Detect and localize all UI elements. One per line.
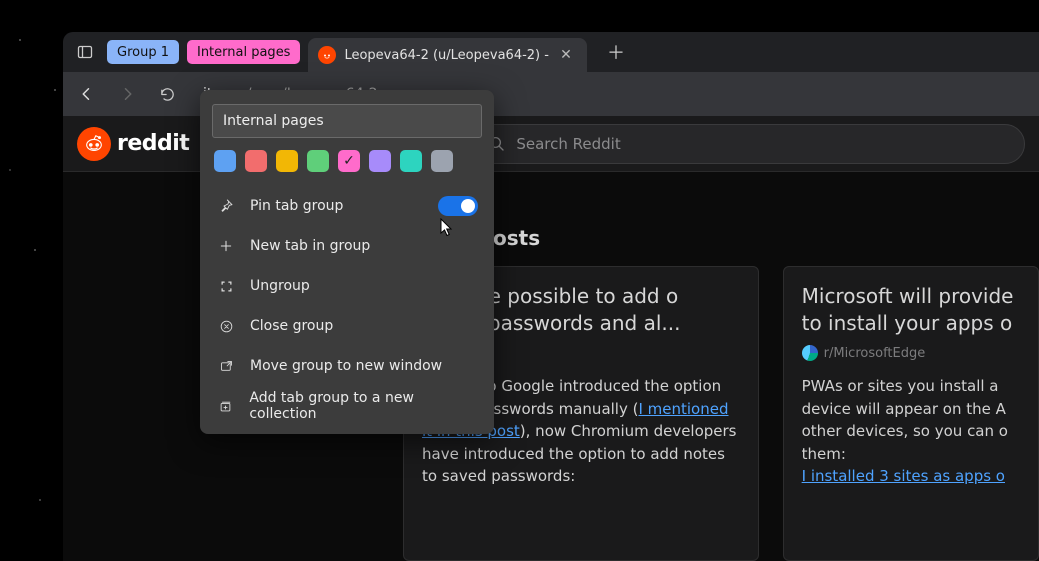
menu-label: Add tab group to a new collection [249, 390, 478, 422]
new-tab-button[interactable]: ＋ [601, 37, 631, 67]
swatch-teal[interactable] [400, 150, 422, 172]
reddit-favicon-icon [318, 46, 336, 64]
swatch-red[interactable] [245, 150, 267, 172]
title-bar: Group 1 Internal pages Leopeva64-2 (u/Le… [63, 32, 1039, 72]
back-button[interactable] [69, 76, 105, 112]
tab-actions-button[interactable] [71, 38, 99, 66]
arrow-left-icon [78, 85, 96, 103]
edge-icon [802, 345, 818, 361]
feed: soon be possible to add o saved password… [403, 266, 1039, 561]
refresh-icon [159, 86, 176, 103]
color-swatches [200, 150, 494, 186]
collection-icon [216, 399, 235, 414]
menu-close-group[interactable]: Close group [200, 306, 494, 346]
search-placeholder: Search Reddit [516, 135, 620, 153]
tab-actions-icon [77, 44, 93, 60]
swatch-yellow[interactable] [276, 150, 298, 172]
menu-move-to-window[interactable]: Move group to new window [200, 346, 494, 386]
menu-label: New tab in group [250, 238, 370, 254]
swatch-pink[interactable] [338, 150, 360, 172]
menu-ungroup[interactable]: Ungroup [200, 266, 494, 306]
swatch-purple[interactable] [369, 150, 391, 172]
post-link-2[interactable]: I installed 3 sites as apps o [802, 467, 1005, 485]
reddit-search[interactable]: Search Reddit [473, 124, 1025, 164]
menu-label: Pin tab group [250, 198, 343, 214]
menu-pin-tab-group[interactable]: Pin tab group [200, 186, 494, 226]
tab-group-chip-1[interactable]: Group 1 [107, 40, 179, 64]
menu-label: Ungroup [250, 278, 310, 294]
menu-label: Close group [250, 318, 333, 334]
arrow-right-icon [118, 85, 136, 103]
menu-add-to-collection[interactable]: Add tab group to a new collection [200, 386, 494, 426]
close-circle-icon [216, 319, 236, 334]
pin-toggle[interactable] [438, 196, 478, 216]
forward-button[interactable] [109, 76, 145, 112]
tab-close-button[interactable]: ✕ [557, 46, 575, 64]
tab-group-context-menu: Pin tab group New tab in group Ungroup C… [200, 90, 494, 434]
post-body: PWAs or sites you install a device will … [802, 375, 1020, 465]
reddit-wordmark: reddit [117, 131, 189, 156]
tab-title: Leopeva64-2 (u/Leopeva64-2) - [344, 48, 548, 63]
popout-icon [216, 359, 236, 374]
swatch-gray[interactable] [431, 150, 453, 172]
menu-label: Move group to new window [250, 358, 442, 374]
post-title: Microsoft will provide to install your a… [802, 283, 1020, 337]
pin-icon [216, 198, 236, 214]
menu-new-tab-in-group[interactable]: New tab in group [200, 226, 494, 266]
reddit-icon [77, 127, 111, 161]
reddit-logo[interactable]: reddit [77, 127, 189, 161]
plus-icon [216, 239, 236, 253]
refresh-button[interactable] [149, 76, 185, 112]
section-title: osts [493, 226, 540, 250]
tab-group-chip-2[interactable]: Internal pages [187, 40, 300, 64]
post-card-2[interactable]: Microsoft will provide to install your a… [783, 266, 1039, 561]
post-subreddit: r/MicrosoftEdge [802, 345, 1020, 361]
active-tab[interactable]: Leopeva64-2 (u/Leopeva64-2) - ✕ [308, 38, 586, 72]
swatch-green[interactable] [307, 150, 329, 172]
swatch-blue[interactable] [214, 150, 236, 172]
group-name-input[interactable] [212, 104, 482, 138]
ungroup-icon [216, 279, 236, 294]
